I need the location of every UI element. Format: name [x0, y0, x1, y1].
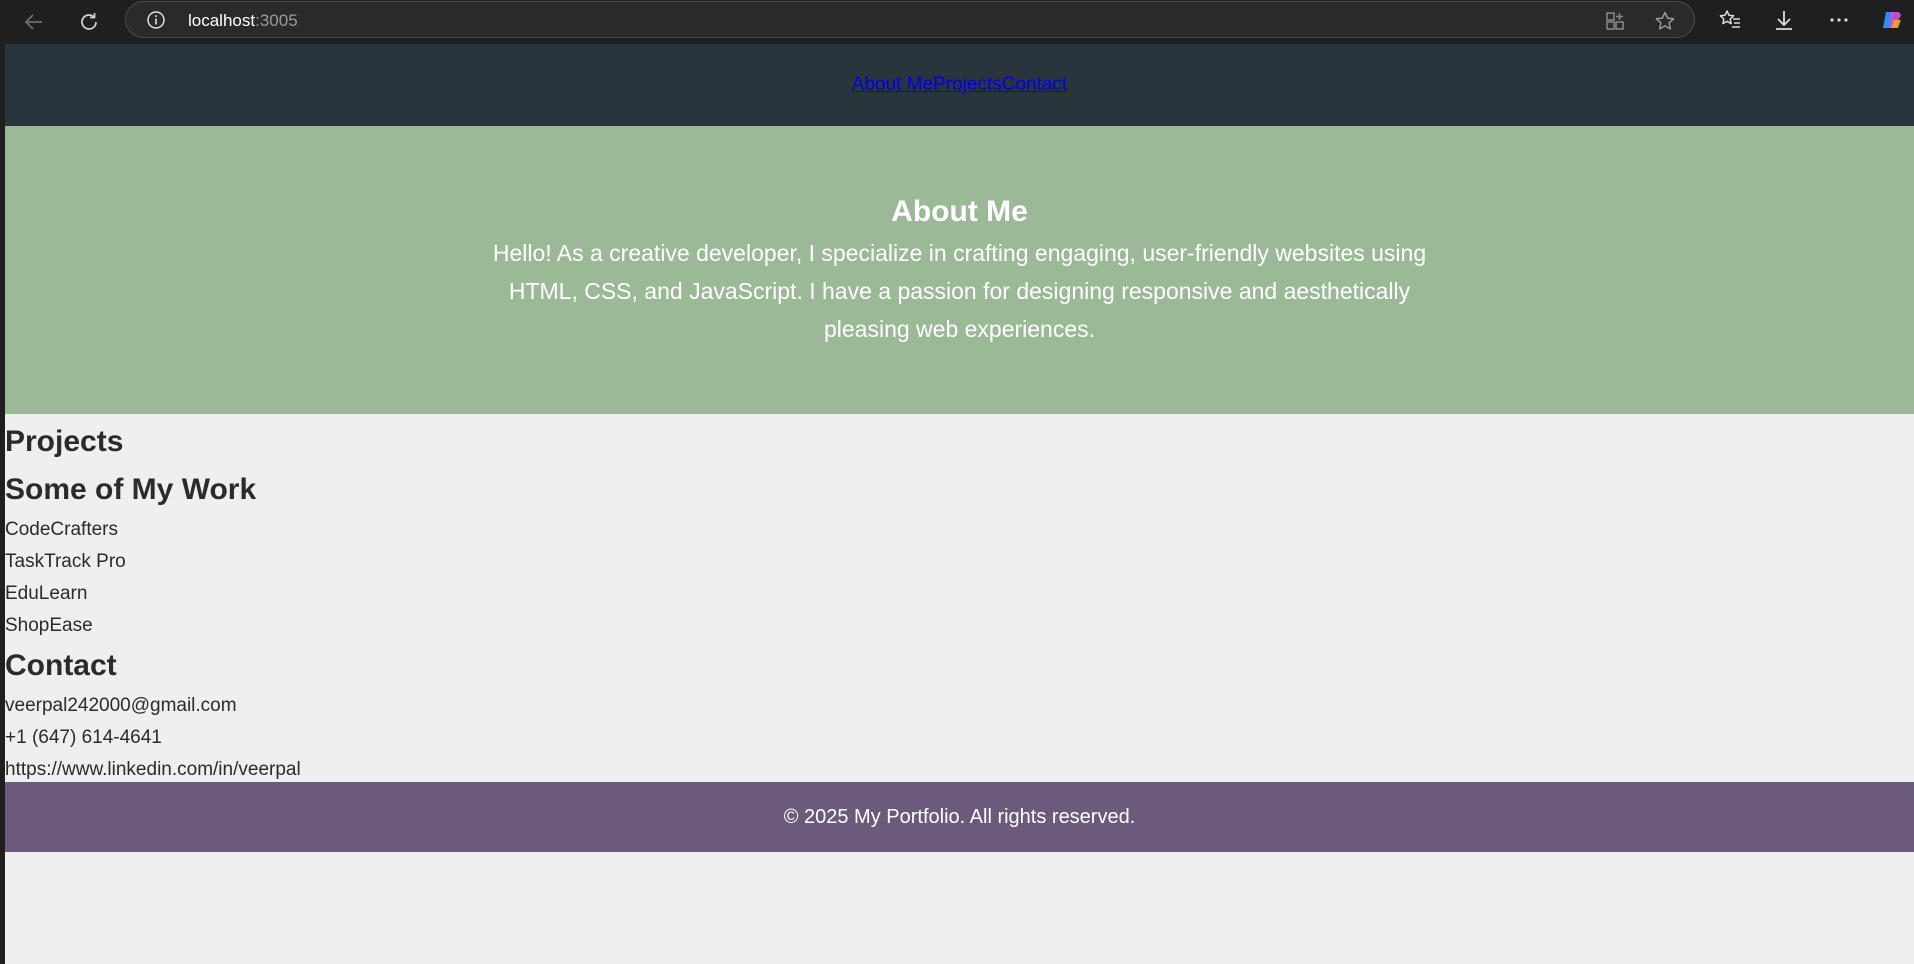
about-text: Hello! As a creative developer, I specia…: [492, 240, 1427, 342]
favorite-star-icon[interactable]: [1654, 10, 1676, 32]
about-section: About Me Hello! As a creative developer,…: [5, 126, 1914, 414]
browser-toolbar: localhost:3005: [0, 0, 1914, 44]
contact-title: Contact: [5, 649, 117, 682]
project-item: ShopEase: [5, 615, 93, 636]
projects-title: Projects: [5, 425, 124, 458]
contact-phone: +1 (647) 614-4641: [5, 727, 162, 748]
contact-section: Contact veerpal242000@gmail.com +1 (647)…: [5, 642, 1914, 786]
copilot-icon[interactable]: [1880, 8, 1904, 32]
page-viewport: About MeProjectsContact About Me Hello! …: [5, 44, 1914, 964]
nav-link-contact[interactable]: Contact: [1002, 74, 1067, 95]
site-header: About MeProjectsContact: [5, 44, 1914, 126]
footer-text: © 2025 My Portfolio. All rights reserved…: [783, 805, 1136, 828]
downloads-icon[interactable]: [1772, 8, 1796, 32]
reload-button[interactable]: [73, 6, 105, 38]
more-options-icon[interactable]: [1827, 8, 1851, 32]
project-item: CodeCrafters: [5, 519, 118, 540]
back-button[interactable]: [18, 6, 50, 38]
url-host: localhost: [188, 11, 256, 30]
address-bar[interactable]: localhost:3005: [125, 1, 1695, 38]
main-nav: About MeProjectsContact: [852, 74, 1067, 96]
url-port: :3005: [255, 11, 298, 30]
nav-link-about[interactable]: About Me: [852, 74, 933, 95]
back-arrow-icon: [24, 14, 42, 30]
url-text[interactable]: localhost:3005: [188, 11, 298, 31]
projects-section: Projects Some of My Work CodeCrafters Ta…: [5, 414, 1914, 642]
contact-email: veerpal242000@gmail.com: [5, 695, 237, 716]
reload-icon: [81, 13, 97, 30]
project-item: TaskTrack Pro: [5, 551, 126, 572]
projects-subtitle: Some of My Work: [5, 473, 257, 506]
about-title: About Me: [891, 195, 1028, 228]
favorites-icon[interactable]: [1718, 8, 1742, 32]
site-footer: © 2025 My Portfolio. All rights reserved…: [5, 782, 1914, 852]
project-item: EduLearn: [5, 583, 88, 604]
nav-link-projects[interactable]: Projects: [933, 74, 1002, 95]
site-info-icon[interactable]: [146, 10, 166, 30]
app-available-icon[interactable]: [1604, 10, 1626, 32]
